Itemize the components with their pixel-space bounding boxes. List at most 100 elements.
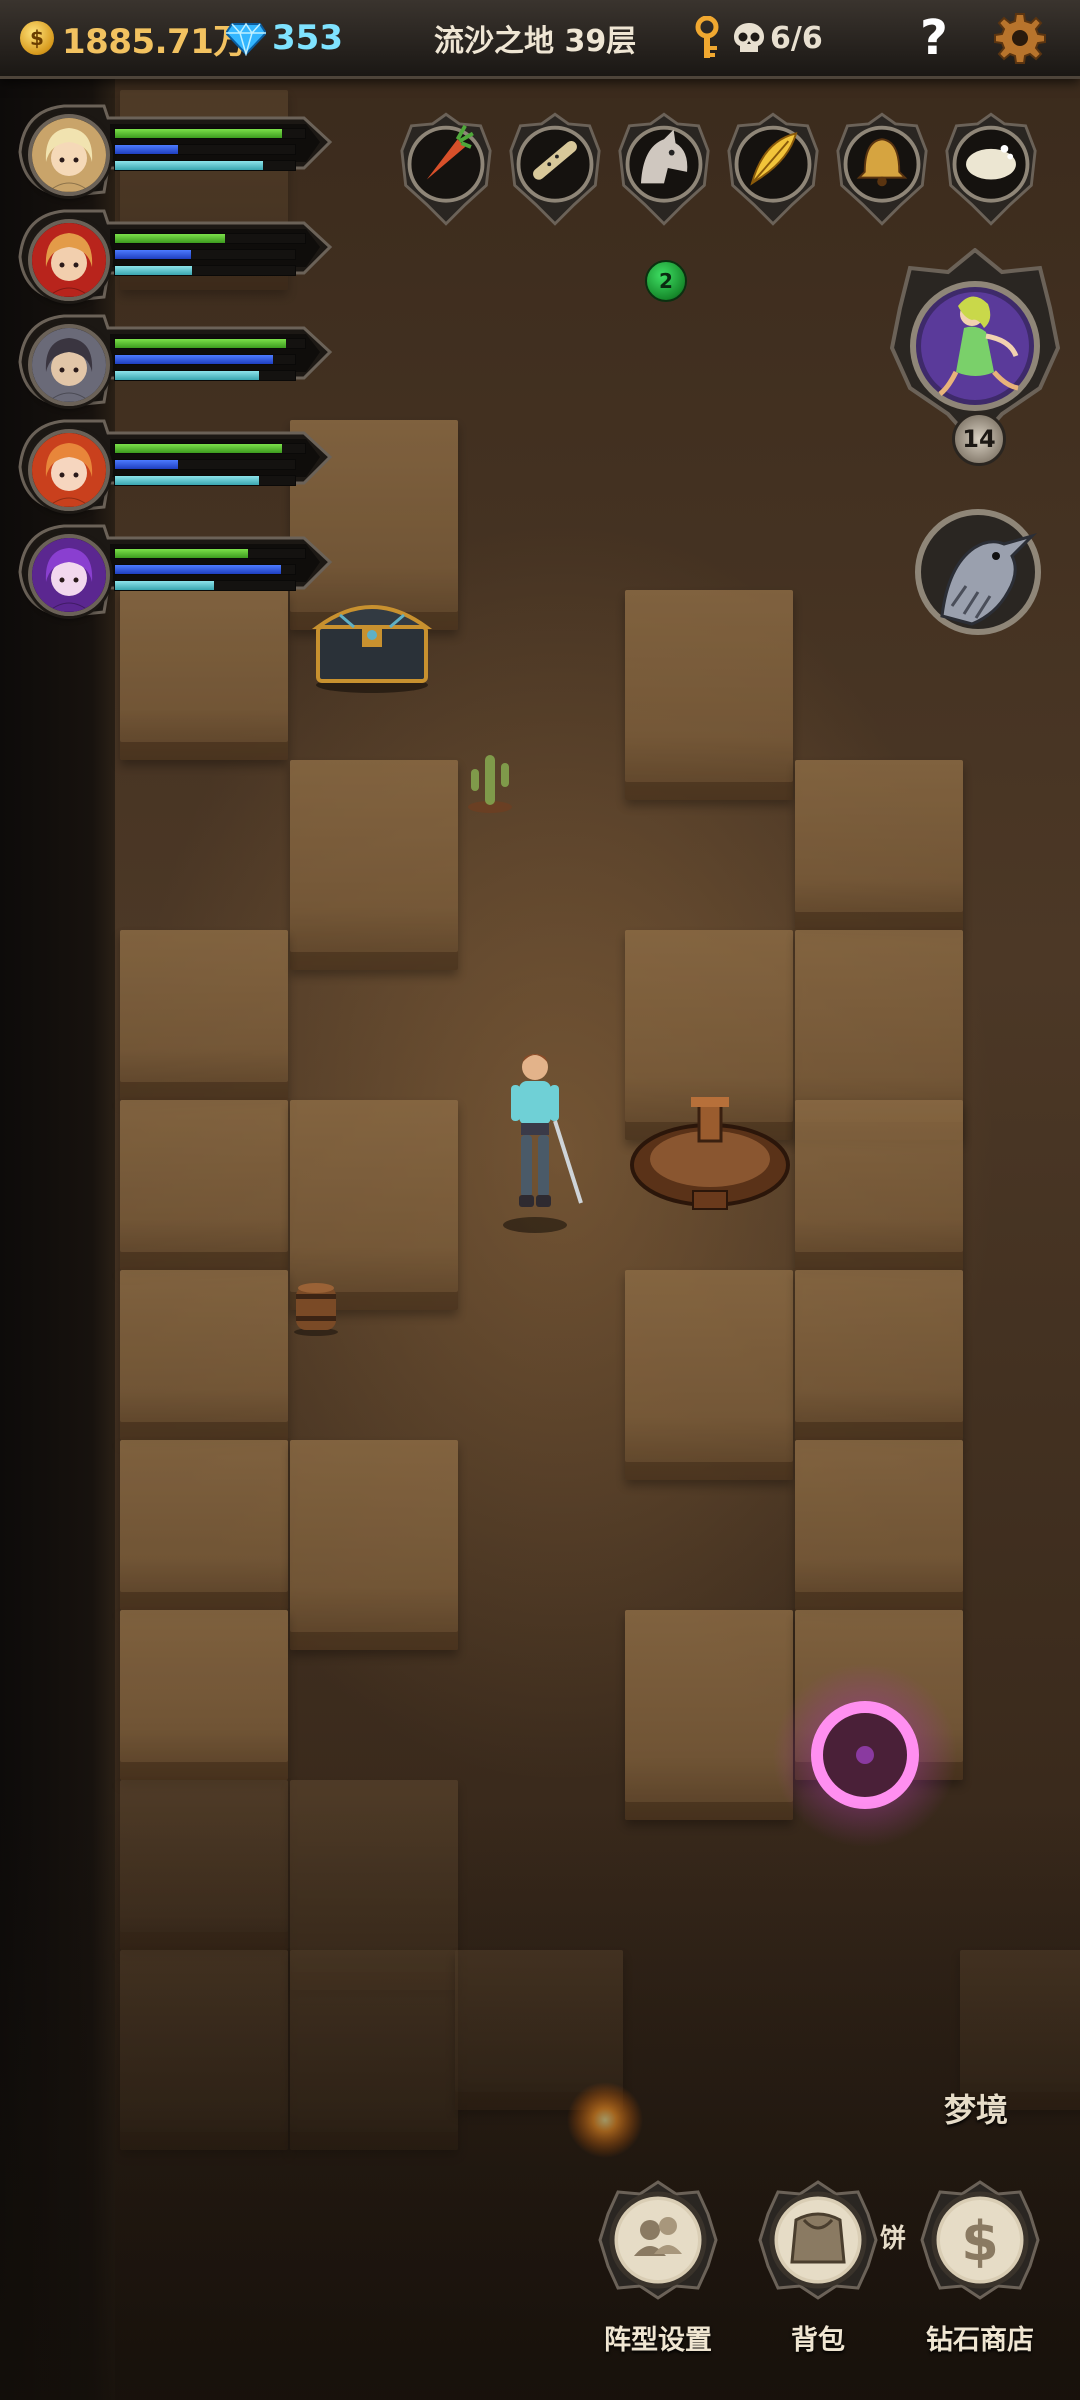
backpack-icon[interactable]: [758, 2180, 878, 2300]
hp-bar: [114, 233, 306, 244]
dollar-icon[interactable]: $: [920, 2180, 1040, 2300]
hp-bar: [114, 128, 306, 139]
top-status-bar: $ 1885.71万 353 流沙之地 39层 6/6 ?: [0, 0, 1080, 79]
map-tile: [795, 1440, 963, 1610]
hp-bar: [114, 548, 306, 559]
mp-bar-fill: [115, 145, 178, 154]
gear-icon[interactable]: [994, 12, 1046, 64]
map-tile: [795, 760, 963, 930]
map-tile: [120, 1610, 288, 1780]
hero-panel[interactable]: [14, 205, 334, 305]
gold-counter: $ 1885.71万: [20, 0, 247, 76]
key-counter: [692, 0, 722, 76]
hp-bar: [114, 338, 306, 349]
player-character[interactable]: [485, 1045, 585, 1235]
mp-bar: [114, 249, 296, 260]
map-tile: [120, 930, 288, 1100]
bone-flute-icon[interactable]: [507, 110, 603, 228]
hero-portrait[interactable]: [28, 114, 110, 196]
map-tile: [290, 760, 458, 970]
sp-bar: [114, 580, 296, 591]
svg-text:$: $: [961, 2210, 999, 2273]
hero-panel[interactable]: [14, 310, 334, 410]
skull-counter: 6/6: [732, 0, 823, 76]
mp-bar: [114, 564, 296, 575]
sp-bar-fill: [115, 266, 193, 275]
stone-well[interactable]: [625, 1095, 795, 1215]
mp-bar-fill: [115, 460, 178, 469]
relic-slot[interactable]: [725, 110, 821, 228]
mp-bar-fill: [115, 250, 191, 259]
dream-mode-label[interactable]: 梦境: [944, 2085, 1008, 2131]
relic-slot[interactable]: [507, 110, 603, 228]
sp-bar-fill: [115, 476, 259, 485]
sp-bar-fill: [115, 371, 259, 380]
quest-count-badge[interactable]: 2: [645, 260, 687, 302]
gem-amount: 353: [272, 18, 343, 58]
gold-coin-icon: $: [20, 21, 54, 55]
map-tile: [120, 1100, 288, 1270]
gem-counter: 353: [226, 0, 343, 76]
hero-portrait[interactable]: [28, 534, 110, 616]
bottom-button[interactable]: 背包: [748, 2180, 888, 2357]
hp-bar-fill: [115, 339, 286, 348]
map-tile: [120, 1440, 288, 1610]
barrel-prop[interactable]: [290, 1280, 342, 1336]
mp-bar: [114, 144, 296, 155]
bottom-button-label: 钻石商店: [926, 2325, 1034, 2356]
mp-bar-fill: [115, 355, 274, 364]
diamond-icon: [226, 22, 266, 56]
kill-count: 6/6: [770, 20, 823, 56]
key-icon: [695, 16, 719, 58]
relic-slot[interactable]: [398, 110, 494, 228]
sp-bar-fill: [115, 161, 263, 170]
raven-summon-button[interactable]: [912, 506, 1044, 638]
map-tile: [290, 1100, 458, 1310]
sp-bar: [114, 475, 296, 486]
mp-bar: [114, 354, 296, 365]
boss-level-badge: 14: [952, 412, 1006, 466]
hero-portrait[interactable]: [28, 324, 110, 406]
relic-slot[interactable]: [834, 110, 930, 228]
hp-bar: [114, 443, 306, 454]
hero-panel[interactable]: [14, 415, 334, 515]
hp-bar-fill: [115, 234, 226, 243]
mp-bar-fill: [115, 565, 281, 574]
sp-bar: [114, 160, 296, 171]
sp-bar: [114, 370, 296, 381]
help-icon[interactable]: ?: [920, 10, 948, 66]
mp-bar: [114, 459, 296, 470]
gold-amount: 1885.71万: [62, 21, 247, 62]
hp-bar-fill: [115, 549, 248, 558]
soap-icon[interactable]: [943, 110, 1039, 228]
skull-icon: [734, 23, 764, 52]
hero-portrait[interactable]: [28, 429, 110, 511]
map-tile: [795, 1270, 963, 1440]
help-button[interactable]: ?: [920, 0, 948, 76]
wolf-head-icon[interactable]: [616, 110, 712, 228]
floor-title: 流沙之地 39层: [434, 24, 637, 59]
floor-title-wrap: 流沙之地 39层: [434, 0, 636, 76]
hp-bar-fill: [115, 129, 283, 138]
sp-bar-fill: [115, 581, 214, 590]
cactus-decoration: [468, 755, 512, 813]
formation-icon[interactable]: [598, 2180, 718, 2300]
carrot-icon[interactable]: [398, 110, 494, 228]
hero-panel[interactable]: [14, 520, 334, 620]
bottom-button-label: 背包: [791, 2325, 845, 2356]
hp-bar-fill: [115, 444, 283, 453]
map-tile: [625, 1270, 793, 1480]
relic-slot[interactable]: [616, 110, 712, 228]
map-tile: [625, 1610, 793, 1820]
bottom-button[interactable]: 阵型设置: [588, 2180, 728, 2357]
settings-button[interactable]: [994, 0, 1046, 76]
golden-bell-icon[interactable]: [834, 110, 930, 228]
relic-slot[interactable]: [943, 110, 1039, 228]
sp-bar: [114, 265, 296, 276]
bottom-button[interactable]: $ 钻石商店: [910, 2180, 1050, 2357]
golden-feather-icon[interactable]: [725, 110, 821, 228]
map-tile: [120, 1270, 288, 1440]
hero-panel[interactable]: [14, 100, 334, 200]
hero-portrait[interactable]: [28, 219, 110, 301]
map-tile: [625, 590, 793, 800]
